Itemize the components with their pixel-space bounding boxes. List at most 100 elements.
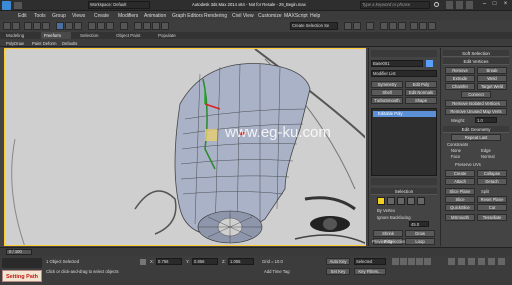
schematic-view-icon[interactable] — [389, 22, 397, 30]
menu-graph-editors[interactable]: Graph Editors — [172, 13, 203, 19]
menu-animation[interactable]: Animation — [144, 13, 166, 19]
pivot-icon[interactable] — [120, 22, 128, 30]
reset-plane-button[interactable]: Reset Plane — [477, 196, 507, 203]
z-coordinate[interactable]: 1.055 — [228, 258, 254, 265]
subtab-polydraw[interactable]: PolyDraw — [6, 41, 24, 46]
go-to-start-icon[interactable] — [392, 258, 399, 265]
menu-group[interactable]: Group — [52, 13, 66, 19]
edit-vertices-header[interactable]: Edit Vertices — [443, 58, 509, 65]
render-setup-icon[interactable] — [410, 22, 418, 30]
object-color-swatch[interactable] — [426, 60, 433, 67]
menu-create[interactable]: Create — [94, 13, 109, 19]
spinner-snap-icon[interactable] — [161, 22, 169, 30]
menu-help[interactable]: Help — [310, 13, 320, 19]
search-icon[interactable] — [434, 2, 439, 7]
layer-manager-icon[interactable] — [366, 22, 374, 30]
link-icon[interactable] — [24, 22, 32, 30]
key-mode-dropdown[interactable]: Selected — [354, 258, 386, 265]
menu-tools[interactable]: Tools — [34, 13, 46, 19]
shell-button[interactable]: Shell — [371, 89, 403, 96]
cut-button[interactable]: Cut — [477, 204, 507, 211]
soft-selection-header[interactable]: Soft Selection — [443, 50, 509, 57]
zoom-icon[interactable] — [448, 258, 455, 265]
element-mode-icon[interactable] — [417, 197, 425, 205]
stack-item-editable-poly[interactable]: Editable Poly — [378, 111, 402, 116]
quick-access-icons[interactable] — [14, 2, 22, 9]
collapse-button[interactable]: Collapse — [477, 170, 507, 177]
maxscript-listener[interactable] — [2, 258, 42, 268]
move-icon[interactable] — [88, 22, 96, 30]
quickslice-button[interactable]: QuickSlice — [445, 204, 475, 211]
constraint-normal-radio[interactable]: Normal — [481, 154, 495, 159]
mirror-icon[interactable] — [344, 22, 352, 30]
subtab-paint-deform[interactable]: Paint Deform — [32, 41, 56, 46]
unlink-icon[interactable] — [33, 22, 41, 30]
weight-spinner[interactable]: 1.0 — [475, 117, 497, 123]
detach-button[interactable]: Detach — [477, 178, 507, 185]
select-object-icon[interactable] — [56, 22, 64, 30]
tab-modeling[interactable]: Modeling — [6, 33, 24, 38]
set-key-button[interactable]: Set Key — [326, 268, 350, 275]
redo-icon[interactable] — [12, 22, 20, 30]
edit-poly-button[interactable]: Edit Poly — [405, 81, 437, 88]
shrink-button[interactable]: Shrink — [373, 230, 403, 237]
shape-button[interactable]: Shape — [405, 97, 437, 104]
zoom-extents-icon[interactable] — [468, 258, 475, 265]
stack-tools[interactable] — [371, 178, 437, 185]
tab-object-paint[interactable]: Object Paint — [116, 33, 141, 38]
connect-button[interactable]: Connect — [461, 91, 491, 98]
attach-button[interactable]: Attach — [445, 178, 475, 185]
go-to-end-icon[interactable] — [424, 258, 431, 265]
polygon-mode-icon[interactable] — [407, 197, 415, 205]
workspace-dropdown[interactable]: Workspace: Default — [88, 1, 150, 9]
modifier-list-dropdown[interactable]: Modifier List — [371, 70, 437, 77]
scale-icon[interactable] — [106, 22, 114, 30]
menu-views[interactable]: Views — [72, 13, 85, 19]
remove-unused-map-verts-button[interactable]: Remove Unused Map Verts — [445, 108, 507, 115]
curve-editor-icon[interactable] — [380, 22, 388, 30]
split-checkbox[interactable]: Split — [481, 189, 489, 194]
angle-spinner[interactable]: 45.0 — [409, 221, 429, 227]
selection-region-icon[interactable] — [74, 22, 82, 30]
time-slider[interactable]: 0 / 100 — [0, 247, 512, 256]
subtab-defaults[interactable]: Defaults — [62, 41, 77, 46]
auto-key-button[interactable]: Auto Key — [326, 258, 350, 265]
edit-normals-button[interactable]: Edit Normals — [405, 89, 437, 96]
menu-customize[interactable]: Customize — [258, 13, 282, 19]
x-coordinate[interactable]: 0.756 — [156, 258, 182, 265]
preserve-uvs-checkbox[interactable]: Preserve UVs — [455, 162, 481, 167]
edit-geometry-header[interactable]: Edit Geometry — [443, 126, 509, 133]
communication-center-icon[interactable] — [446, 1, 453, 9]
bind-spacewarp-icon[interactable] — [42, 22, 50, 30]
constraint-edge-radio[interactable]: Edge — [481, 148, 491, 153]
turbosmooth-button[interactable]: TurboSmooth — [371, 97, 403, 104]
align-icon[interactable] — [353, 22, 361, 30]
previous-frame-icon[interactable] — [400, 258, 407, 265]
menu-rendering[interactable]: Rendering — [204, 13, 227, 19]
command-panel-tabs[interactable] — [371, 50, 437, 57]
lock-selection-icon[interactable] — [140, 259, 146, 265]
y-coordinate[interactable]: 0.856 — [192, 258, 218, 265]
chamfer-button[interactable]: Chamfer — [445, 83, 475, 90]
snap-icon[interactable] — [134, 22, 142, 30]
repeat-last-button[interactable]: Repeat Last — [451, 134, 501, 141]
next-frame-icon[interactable] — [416, 258, 423, 265]
close-icon[interactable]: × — [501, 1, 510, 9]
object-name-field[interactable]: Base001 — [371, 60, 423, 67]
percent-snap-icon[interactable] — [152, 22, 160, 30]
menu-maxscript[interactable]: MAXScript — [284, 13, 308, 19]
tab-selection[interactable]: Selection — [80, 33, 99, 38]
edge-mode-icon[interactable] — [387, 197, 395, 205]
menu-modifiers[interactable]: Modifiers — [118, 13, 138, 19]
modifier-stack[interactable]: Editable Poly — [371, 108, 437, 176]
vertex-mode-icon[interactable] — [377, 197, 385, 205]
ignore-backfacing-checkbox[interactable]: Ignore Backfacing — [377, 215, 411, 220]
grow-button[interactable]: Grow — [405, 230, 435, 237]
orbit-icon[interactable] — [488, 258, 495, 265]
zoom-all-icon[interactable] — [458, 258, 465, 265]
pan-icon[interactable] — [478, 258, 485, 265]
favorites-icon[interactable] — [456, 1, 463, 9]
remove-button[interactable]: Remove — [445, 67, 475, 74]
key-filters-button[interactable]: Key Filters... — [354, 268, 386, 275]
tab-freeform-active[interactable]: Freeform — [44, 33, 61, 38]
